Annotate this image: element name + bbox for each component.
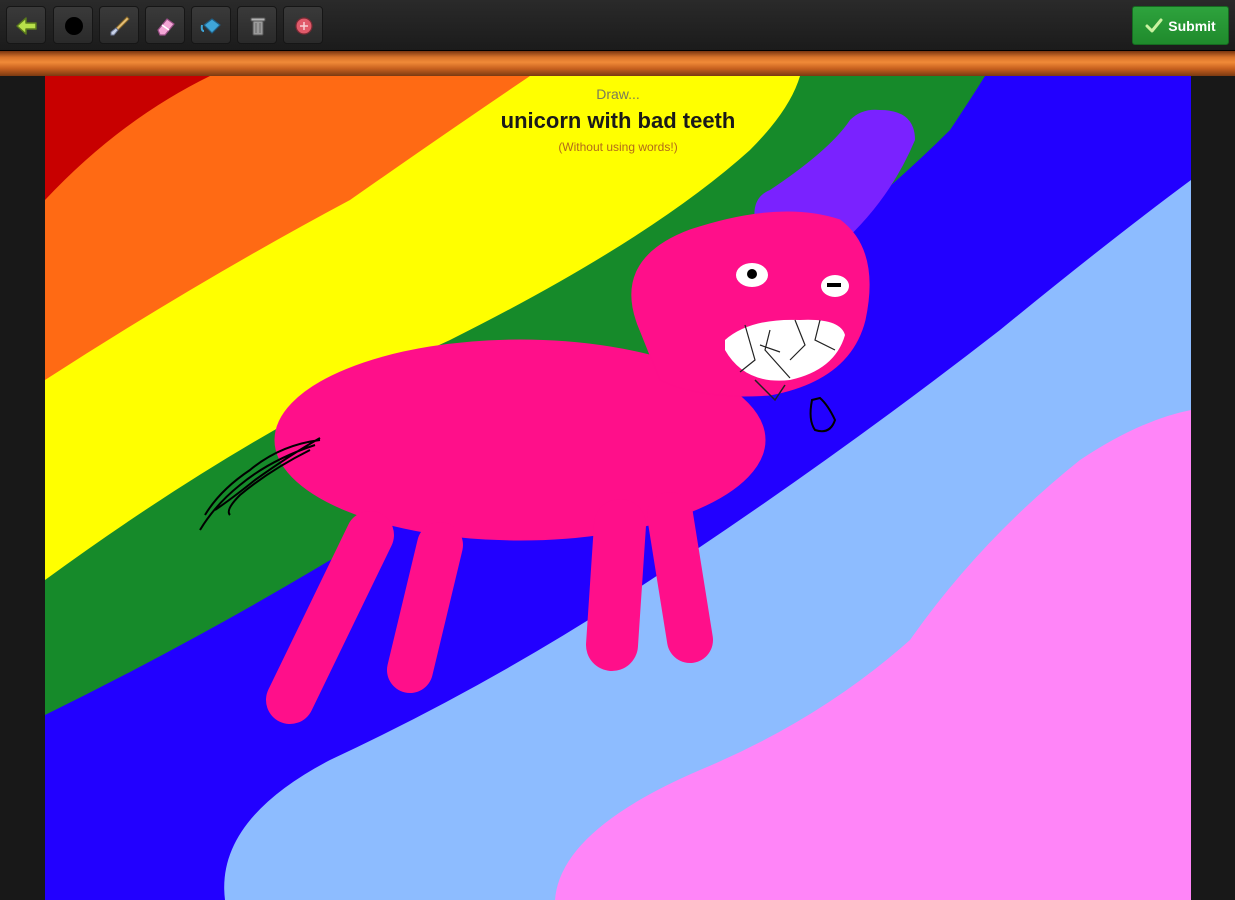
checkmark-icon [1145,18,1163,32]
toolbar: Submit [0,0,1235,51]
paint-bucket-icon [200,18,221,34]
clear-button[interactable] [237,6,277,44]
black-dot-icon [65,17,83,35]
color-picker-button[interactable] [283,6,323,44]
submit-label: Submit [1168,17,1216,34]
paintbrush-icon [110,16,130,36]
fill-tool-button[interactable] [191,6,231,44]
wood-ledge [0,51,1235,76]
arrow-left-icon [16,17,37,35]
trash-icon [250,17,266,36]
brush-size-button[interactable] [53,6,93,44]
drawing-prompt: Draw... unicorn with bad teeth (Without … [45,86,1191,154]
back-button[interactable] [6,6,46,44]
color-picker-icon [295,17,313,35]
prompt-hint: (Without using words!) [558,140,678,154]
eraser-tool-button[interactable] [145,6,185,44]
eraser-icon [157,18,175,36]
drawing-canvas[interactable] [45,76,1191,900]
prompt-intro: Draw... [596,86,640,102]
drawing-artwork [45,76,1191,900]
prompt-subject: unicorn with bad teeth [500,108,736,133]
brush-tool-button[interactable] [99,6,139,44]
submit-button[interactable]: Submit [1132,6,1229,45]
